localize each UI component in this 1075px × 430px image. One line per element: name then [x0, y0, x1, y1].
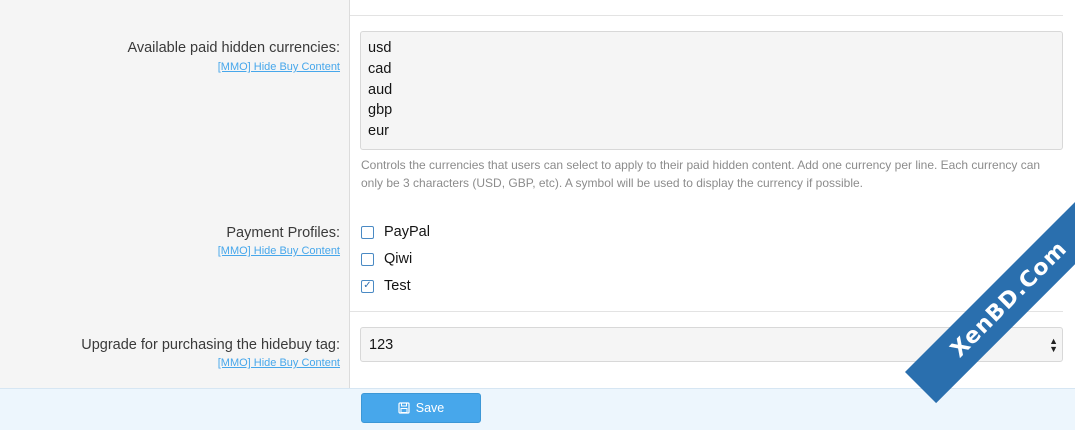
currency-line: gbp: [368, 102, 393, 119]
label-column: [0, 0, 350, 388]
row-separator: [350, 15, 1063, 16]
currencies-addon-link[interactable]: [MMO] Hide Buy Content: [218, 61, 340, 73]
save-button-label: Save: [415, 401, 445, 415]
upgrade-addon-link[interactable]: [MMO] Hide Buy Content: [218, 357, 340, 369]
checkbox-test[interactable]: ✓ Test: [361, 276, 411, 296]
save-icon: [398, 402, 410, 414]
payment-profiles-addon-link[interactable]: [MMO] Hide Buy Content: [218, 245, 340, 257]
row-separator: [350, 311, 1063, 312]
currencies-explain: Controls the currencies that users can s…: [361, 158, 1041, 190]
currency-line: aud: [368, 81, 393, 98]
watermark: XenBD.Com: [905, 195, 1075, 404]
currency-line: cad: [368, 60, 392, 77]
check-icon: ✓: [363, 280, 372, 291]
checkbox-label: Test: [384, 278, 411, 294]
checkbox-box[interactable]: ✓: [361, 279, 374, 293]
checkbox-label: PayPal: [384, 224, 430, 240]
form-footer: [0, 388, 1075, 430]
checkbox-box[interactable]: [361, 252, 374, 266]
checkbox-paypal[interactable]: PayPal: [361, 222, 430, 242]
currency-line: usd: [368, 40, 392, 56]
save-button[interactable]: Save: [361, 393, 481, 423]
checkbox-box[interactable]: [361, 225, 374, 239]
currencies-label: Available paid hidden currencies:: [127, 40, 340, 56]
upgrade-label: Upgrade for purchasing the hidebuy tag:: [81, 337, 340, 353]
currency-line: eur: [368, 123, 389, 140]
select-arrows-icon: ▲ ▼: [1049, 336, 1058, 354]
payment-profiles-label: Payment Profiles:: [226, 225, 340, 241]
checkbox-qiwi[interactable]: Qiwi: [361, 249, 412, 269]
upgrade-selected-value: 123: [369, 336, 394, 353]
currencies-textarea[interactable]: usd cad aud gbp eur: [360, 31, 1063, 150]
checkbox-label: Qiwi: [384, 251, 413, 267]
